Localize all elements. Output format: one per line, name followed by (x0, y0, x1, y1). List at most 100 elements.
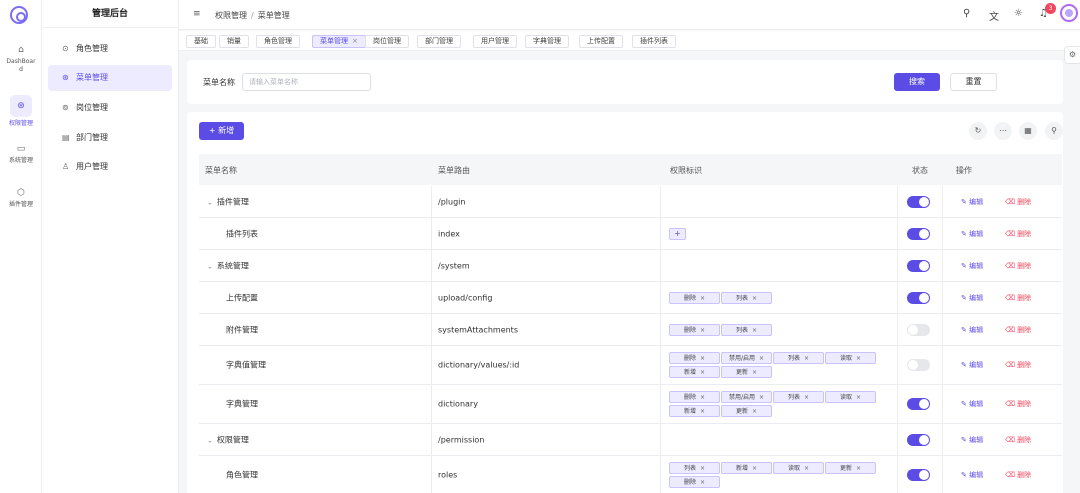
trash-icon: ⌫ (1005, 229, 1018, 238)
edit-button[interactable]: ✎ 编辑 (961, 293, 983, 303)
rail-item-system[interactable]: ▭ 系统管理 (0, 145, 42, 165)
status-toggle[interactable] (907, 469, 930, 481)
close-icon[interactable]: × (352, 37, 358, 45)
add-permission-button[interactable]: + (669, 227, 686, 240)
close-icon[interactable]: × (700, 295, 705, 302)
delete-label: 删除 (1017, 293, 1032, 302)
tab-users[interactable]: 用户管理 (473, 35, 517, 48)
close-icon[interactable]: × (752, 295, 757, 302)
status-toggle[interactable] (907, 195, 930, 208)
close-icon[interactable]: × (752, 408, 757, 415)
cell-name: ⌄ 系统管理 (199, 250, 432, 281)
sidebar-item-menus[interactable]: ⊛ 菜单管理 (48, 65, 172, 91)
tab-plugin-list[interactable]: 插件列表 (632, 35, 676, 48)
app-logo[interactable] (10, 6, 28, 24)
edit-button[interactable]: ✎ 编辑 (961, 470, 983, 480)
close-icon[interactable]: × (700, 369, 705, 376)
avatar[interactable] (1060, 4, 1078, 22)
tab-upload-config[interactable]: 上传配置 (579, 35, 623, 48)
menu-name-text: 角色管理 (226, 470, 258, 480)
menu-name-input[interactable] (242, 73, 371, 91)
close-icon[interactable]: × (752, 327, 757, 334)
role-icon: ⊙ (62, 44, 69, 53)
permission-tag-label: 新增 (683, 369, 696, 376)
close-icon[interactable]: × (752, 465, 757, 472)
breadcrumb-item[interactable]: 权限管理 (215, 11, 247, 20)
settings-gear-icon[interactable]: ⚙ (1064, 46, 1080, 64)
add-button-label: 新增 (218, 126, 235, 135)
tab-bar: 基础 销量 角色管理 菜单管理 × 岗位管理 部门管理 用户管理 字典管理 上传配… (179, 31, 1080, 51)
delete-button[interactable]: ⌫ 删除 (1005, 399, 1031, 409)
reset-button[interactable]: 重置 (950, 73, 997, 91)
cell-perms: 删除 × 列表 × (661, 314, 898, 345)
tab-depts[interactable]: 部门管理 (417, 35, 461, 48)
close-icon[interactable]: × (700, 394, 705, 401)
delete-button[interactable]: ⌫ 删除 (1005, 360, 1031, 370)
edit-button[interactable]: ✎ 编辑 (961, 435, 983, 445)
close-icon[interactable]: × (804, 465, 809, 472)
status-toggle[interactable] (907, 291, 930, 304)
status-toggle[interactable] (907, 259, 930, 272)
tab-posts[interactable]: 岗位管理 (365, 35, 409, 48)
close-icon[interactable]: × (700, 327, 705, 334)
permission-tag: 删除 × (669, 476, 720, 488)
close-icon[interactable]: × (856, 355, 861, 362)
table-search-icon[interactable]: ⚲ (1045, 122, 1063, 140)
tab-basic[interactable]: 基础 (186, 35, 216, 48)
trash-icon: ⌫ (1005, 261, 1018, 270)
delete-button[interactable]: ⌫ 删除 (1005, 261, 1031, 271)
rail-item-plugin[interactable]: ⬡ 插件管理 (0, 189, 42, 209)
close-icon[interactable]: × (759, 394, 764, 401)
sidebar-item-posts[interactable]: ⊚ 岗位管理 (48, 95, 172, 121)
edit-button[interactable]: ✎ 编辑 (961, 261, 983, 271)
search-icon[interactable]: ⚲ (963, 8, 970, 19)
delete-button[interactable]: ⌫ 删除 (1005, 325, 1031, 335)
delete-button[interactable]: ⌫ 删除 (1005, 435, 1031, 445)
status-toggle[interactable] (907, 227, 930, 240)
status-toggle[interactable] (907, 433, 930, 446)
delete-button[interactable]: ⌫ 删除 (1005, 197, 1031, 207)
translate-icon[interactable]: 文 (989, 8, 999, 23)
permission-tag: 新增 × (669, 405, 720, 417)
edit-button[interactable]: ✎ 编辑 (961, 197, 983, 207)
sun-icon[interactable]: ☼ (1014, 8, 1023, 19)
close-icon[interactable]: × (856, 465, 861, 472)
close-icon[interactable]: × (700, 408, 705, 415)
edit-button[interactable]: ✎ 编辑 (961, 399, 983, 409)
sidebar-item-depts[interactable]: ▤ 部门管理 (48, 125, 172, 151)
refresh-icon[interactable]: ↻ (969, 122, 987, 140)
add-button[interactable]: + 新增 (199, 122, 244, 140)
edit-button[interactable]: ✎ 编辑 (961, 360, 983, 370)
rail-item-permission[interactable]: ⊛ 权限管理 (0, 95, 42, 128)
rail-item-dashboard[interactable]: ⌂ DashBoard (0, 46, 42, 74)
tab-dictionary[interactable]: 字典管理 (525, 35, 569, 48)
close-icon[interactable]: × (759, 355, 764, 362)
delete-button[interactable]: ⌫ 删除 (1005, 229, 1031, 239)
chevron-down-icon[interactable]: ⌄ (207, 262, 213, 270)
close-icon[interactable]: × (700, 465, 705, 472)
close-icon[interactable]: × (804, 355, 809, 362)
menu-toggle-icon[interactable]: ≡ (193, 9, 201, 19)
search-button[interactable]: 搜索 (894, 73, 940, 91)
edit-button[interactable]: ✎ 编辑 (961, 325, 983, 335)
close-icon[interactable]: × (700, 479, 705, 486)
status-toggle[interactable] (907, 398, 930, 410)
delete-button[interactable]: ⌫ 删除 (1005, 293, 1031, 303)
tab-menus[interactable]: 菜单管理 × (312, 35, 366, 48)
tab-roles[interactable]: 角色管理 (256, 35, 300, 48)
columns-icon[interactable]: ▦ (1019, 122, 1037, 140)
status-toggle[interactable] (907, 359, 930, 371)
sidebar-item-users[interactable]: ♙ 用户管理 (48, 154, 172, 180)
sidebar-item-roles[interactable]: ⊙ 角色管理 (48, 36, 172, 62)
tab-sales[interactable]: 销量 (219, 35, 249, 48)
chevron-down-icon[interactable]: ⌄ (207, 198, 213, 206)
edit-button[interactable]: ✎ 编辑 (961, 229, 983, 239)
chevron-down-icon[interactable]: ⌄ (207, 436, 213, 444)
close-icon[interactable]: × (752, 369, 757, 376)
delete-button[interactable]: ⌫ 删除 (1005, 470, 1031, 480)
close-icon[interactable]: × (856, 394, 861, 401)
status-toggle[interactable] (907, 323, 930, 336)
close-icon[interactable]: × (804, 394, 809, 401)
more-icon[interactable]: ⋯ (994, 122, 1012, 140)
close-icon[interactable]: × (700, 355, 705, 362)
